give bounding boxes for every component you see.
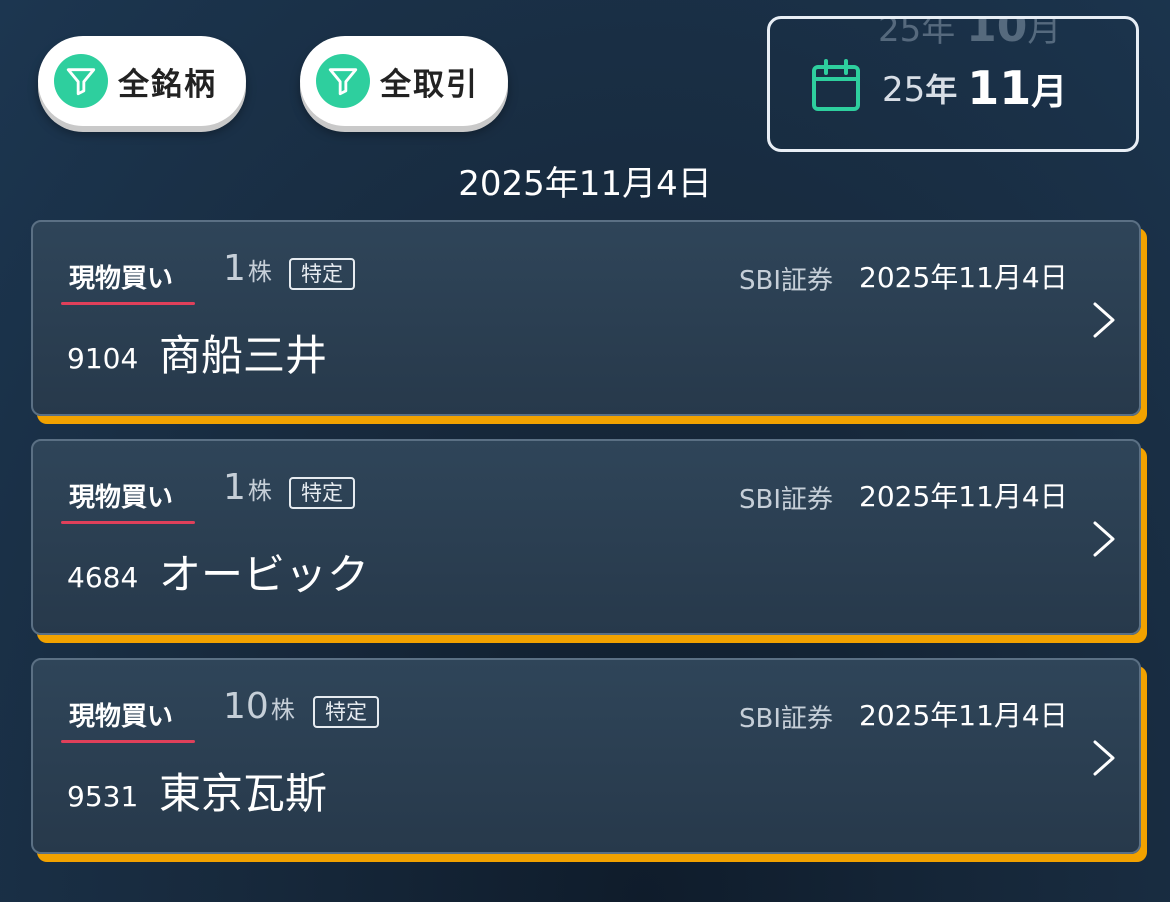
quantity-unit: 株: [247, 258, 272, 286]
broker-name: SBI証券: [739, 485, 834, 515]
account-tag: 特定: [313, 696, 379, 728]
trade-side-label: 現物買い: [69, 264, 174, 294]
filter-all-trades-button[interactable]: 全取引: [300, 36, 508, 126]
stock-code: 9531: [67, 780, 139, 813]
quantity-unit: 株: [247, 477, 272, 505]
prev-month-unit: 月: [1027, 16, 1062, 50]
month-picker-previous: 25年 10月: [878, 16, 1062, 52]
stock-code: 4684: [67, 561, 139, 594]
trade-date: 2025年11月4日: [859, 261, 1068, 294]
buy-underline: [61, 302, 195, 305]
quantity-value: 1: [223, 467, 246, 508]
year-value: 25: [882, 70, 926, 110]
month-value: 11: [967, 61, 1032, 115]
broker-name: SBI証券: [739, 266, 834, 296]
trade-side-label: 現物買い: [69, 483, 174, 513]
filter-all-stocks-label: 全銘柄: [118, 66, 217, 103]
filter-funnel-icon: [316, 54, 370, 108]
trade-quantity: 1株: [223, 248, 272, 289]
trade-card[interactable]: 現物買い 1株 特定 SBI証券 2025年11月4日 4684 オービック: [31, 439, 1141, 635]
buy-underline: [61, 740, 195, 743]
buy-underline: [61, 521, 195, 524]
account-tag: 特定: [289, 258, 355, 290]
chevron-right-icon[interactable]: [1089, 738, 1119, 778]
trade-quantity: 1株: [223, 467, 272, 508]
trade-quantity: 10株: [223, 686, 295, 727]
trade-card[interactable]: 現物買い 1株 特定 SBI証券 2025年11月4日 9104 商船三井: [31, 220, 1141, 416]
quantity-unit: 株: [270, 696, 295, 724]
chevron-right-icon[interactable]: [1089, 300, 1119, 340]
year-unit: 年: [925, 71, 958, 109]
month-picker-current: 25年 11月: [810, 59, 1067, 117]
quantity-value: 1: [223, 248, 246, 289]
date-heading: 2025年11月4日: [458, 164, 712, 204]
trade-card[interactable]: 現物買い 10株 特定 SBI証券 2025年11月4日 9531 東京瓦斯: [31, 658, 1141, 854]
filter-funnel-icon: [54, 54, 108, 108]
trade-side-label: 現物買い: [69, 702, 174, 732]
broker-name: SBI証券: [739, 704, 834, 734]
chevron-right-icon[interactable]: [1089, 519, 1119, 559]
stock-code: 9104: [67, 342, 139, 375]
month-picker[interactable]: 25年 10月 25年 11月: [767, 16, 1139, 152]
stock-name: 商船三井: [159, 331, 328, 380]
trade-date: 2025年11月4日: [859, 480, 1068, 513]
month-unit: 月: [1031, 72, 1068, 113]
stock-name: 東京瓦斯: [159, 769, 328, 818]
prev-month: 10: [966, 16, 1028, 52]
filter-all-trades-label: 全取引: [380, 66, 479, 103]
prev-year-unit: 年: [921, 16, 956, 50]
filter-all-stocks-button[interactable]: 全銘柄: [38, 36, 246, 126]
trade-date: 2025年11月4日: [859, 699, 1068, 732]
calendar-icon: [810, 59, 862, 117]
stock-name: オービック: [159, 550, 370, 599]
quantity-value: 10: [223, 686, 269, 727]
prev-year: 25: [878, 16, 922, 50]
account-tag: 特定: [289, 477, 355, 509]
